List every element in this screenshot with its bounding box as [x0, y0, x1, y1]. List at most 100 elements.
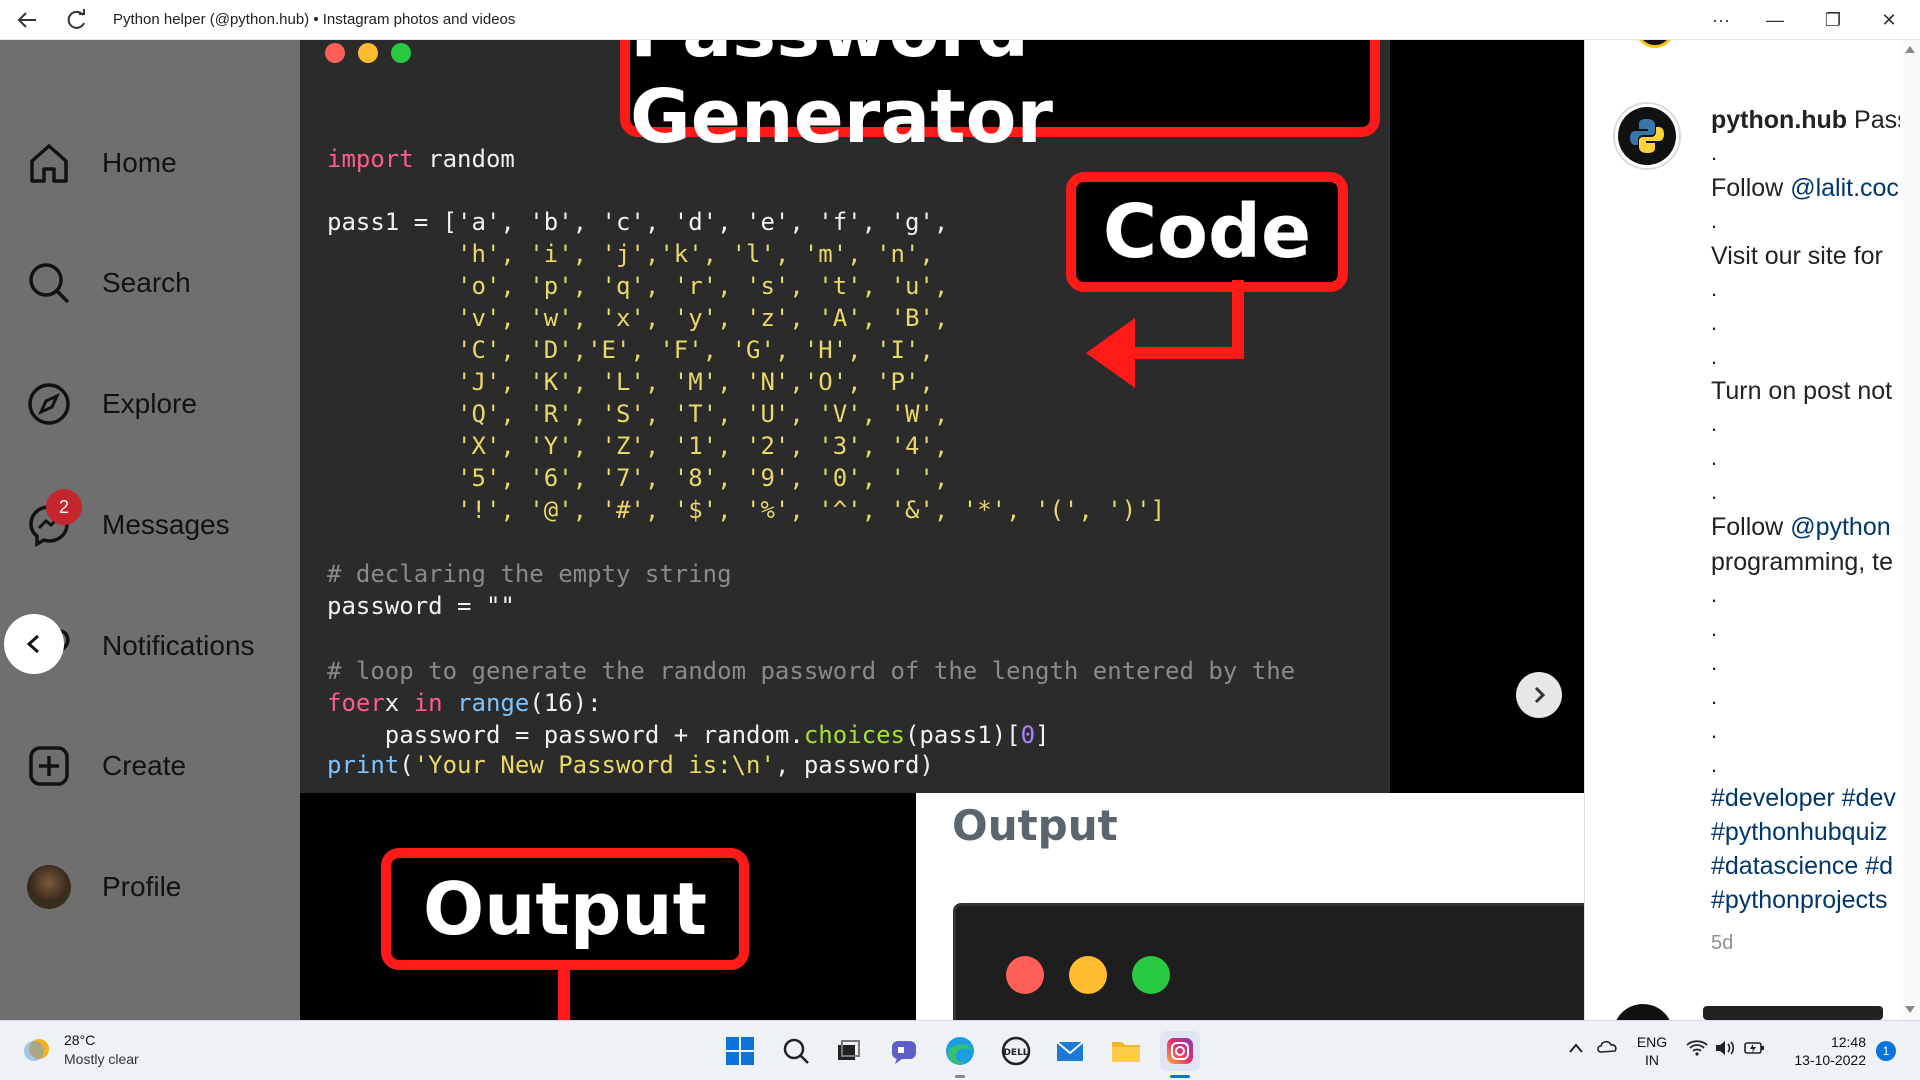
edge-browser-icon[interactable]: [940, 1031, 980, 1071]
caption-dot: .: [1711, 344, 1718, 369]
wifi-icon[interactable]: [1686, 1039, 1708, 1062]
mail-icon[interactable]: [1050, 1031, 1090, 1071]
code-line: 'X', 'Y', 'Z', '1', '2', '3', '4',: [327, 432, 949, 460]
previous-post-button[interactable]: [4, 614, 64, 674]
mention-link[interactable]: @python: [1790, 513, 1890, 541]
code-text: ]: [1035, 721, 1050, 749]
output-left-panel: Output: [300, 793, 916, 1020]
scroll-down-arrow-icon[interactable]: [1905, 1006, 1915, 1013]
username-link[interactable]: python.hub: [1711, 106, 1847, 134]
scrollbar[interactable]: [1900, 40, 1920, 1020]
post-age: 5d: [1711, 932, 1734, 954]
nav-explore-label: Explore: [102, 388, 197, 419]
language-code: ENG: [1636, 1034, 1668, 1050]
next-post-button[interactable]: [1516, 672, 1562, 718]
mention-link[interactable]: @lalit.coc: [1790, 174, 1899, 202]
red-arrow-icon: [1086, 280, 1244, 388]
nav-create[interactable]: Create: [24, 736, 186, 796]
caption-visit: Visit our site for: [1711, 242, 1883, 270]
nav-search[interactable]: Search: [24, 253, 191, 313]
weather-temp[interactable]: 28°C: [64, 1032, 95, 1048]
code-keyword: in: [413, 689, 443, 717]
code-line-import: import random: [327, 143, 515, 175]
code-line: 'o', 'p', 'q', 'r', 's', 't', 'u',: [327, 272, 949, 300]
volume-icon[interactable]: [1714, 1039, 1736, 1062]
avatar: [27, 865, 71, 909]
sidebar-nav: Home Search Explore 2 Messages Notificat…: [0, 40, 300, 1020]
caption-dot: .: [1711, 276, 1718, 301]
minimize-button[interactable]: —: [1752, 0, 1798, 40]
weather-desc[interactable]: Mostly clear: [64, 1051, 139, 1067]
code-text: (: [399, 751, 414, 779]
python-hub-avatar[interactable]: [1613, 102, 1681, 170]
instagram-app-icon[interactable]: [1160, 1031, 1200, 1071]
post-media: import random pass1 = ['a', 'b', 'c', 'd…: [300, 40, 1584, 1020]
weather-icon[interactable]: [22, 1035, 54, 1067]
restore-button[interactable]: ❐: [1810, 0, 1856, 40]
caption-dot: .: [1711, 208, 1718, 233]
scroll-up-arrow-icon[interactable]: [1905, 46, 1915, 53]
nav-explore[interactable]: Explore: [24, 374, 197, 434]
nav-home-label: Home: [102, 147, 177, 178]
clock[interactable]: 12:48 13-10-2022: [1780, 1033, 1866, 1069]
code-line: '5', '6', '7', '8', '9', '0', ' ',: [327, 464, 949, 492]
windows-start-icon[interactable]: [720, 1031, 760, 1071]
teams-chat-icon[interactable]: [884, 1031, 924, 1071]
python-logo-icon: [1618, 107, 1676, 165]
caption-follow-2: Follow @python: [1711, 513, 1891, 542]
terminal-window: [953, 903, 1584, 1020]
output-right-panel: Output: [916, 793, 1584, 1020]
hashtag-line[interactable]: #pythonhubquiz: [1711, 818, 1888, 847]
code-line: 'h', 'i', 'j','k', 'l', 'm', 'n',: [327, 240, 934, 268]
hashtag-line[interactable]: #pythonprojects: [1711, 886, 1888, 915]
nav-profile-label: Profile: [102, 871, 182, 902]
code-number: 0: [1020, 721, 1036, 749]
hashtag-line[interactable]: #developer #dev: [1711, 784, 1896, 813]
language-indicator[interactable]: ENG IN: [1634, 1033, 1670, 1069]
task-view-icon[interactable]: [828, 1031, 868, 1071]
nav-home[interactable]: Home: [24, 133, 177, 193]
nav-notifications-label: Notifications: [102, 630, 255, 661]
code-line: 'Q', 'R', 'S', 'T', 'U', 'V', 'W',: [327, 400, 949, 428]
code-function: choices: [803, 721, 905, 749]
notification-count-badge[interactable]: 1: [1876, 1041, 1896, 1061]
taskbar-search-icon[interactable]: [776, 1031, 816, 1071]
output-heading: Output: [952, 801, 1118, 850]
caption-header: python.hub Pass: [1711, 106, 1900, 135]
code-line: 'C', 'D','E', 'F', 'G', 'H', 'I',: [327, 336, 934, 364]
nav-messages[interactable]: 2 Messages: [24, 489, 230, 555]
caption-dot: .: [1711, 582, 1718, 607]
chevron-left-icon: [26, 634, 39, 654]
code-line: 'J', 'K', 'L', 'M', 'N','O', 'P',: [327, 368, 934, 396]
search-icon: [24, 258, 74, 308]
nav-profile[interactable]: Profile: [24, 857, 181, 917]
avatar-wrap: [24, 862, 74, 912]
file-explorer-icon[interactable]: [1106, 1031, 1146, 1071]
nav-create-label: Create: [102, 750, 187, 781]
caption-text: Follow: [1711, 513, 1791, 541]
onedrive-icon[interactable]: [1596, 1037, 1618, 1060]
terminal-dot-red: [1006, 956, 1044, 994]
more-options-icon[interactable]: ···: [1698, 0, 1744, 40]
output-connector: [558, 968, 570, 1020]
tray-expand-icon[interactable]: [1568, 1041, 1584, 1059]
back-arrow-icon[interactable]: [4, 0, 50, 40]
hashtag-line[interactable]: #datascience #d: [1711, 852, 1893, 881]
dell-icon[interactable]: DELL: [996, 1031, 1036, 1071]
plus-square-icon: [24, 741, 74, 791]
taskbar: 28°C Mostly clear DELL ENG IN 12:48 13-1…: [0, 1020, 1920, 1080]
code-function: print: [327, 751, 400, 779]
reload-icon[interactable]: [54, 0, 100, 40]
battery-icon[interactable]: [1744, 1039, 1766, 1062]
next-comment-text-cut: [1703, 1006, 1883, 1020]
terminal-dot-green: [1132, 956, 1170, 994]
caption-dot: .: [1711, 310, 1718, 335]
svg-text:DELL: DELL: [1003, 1048, 1028, 1058]
caption-first-word: Pass: [1854, 106, 1900, 134]
code-text: , password): [774, 751, 934, 779]
region-code: IN: [1645, 1052, 1659, 1068]
chevron-right-icon: [1534, 686, 1546, 704]
code-line: password = "": [327, 592, 515, 620]
close-button[interactable]: ✕: [1866, 0, 1912, 40]
